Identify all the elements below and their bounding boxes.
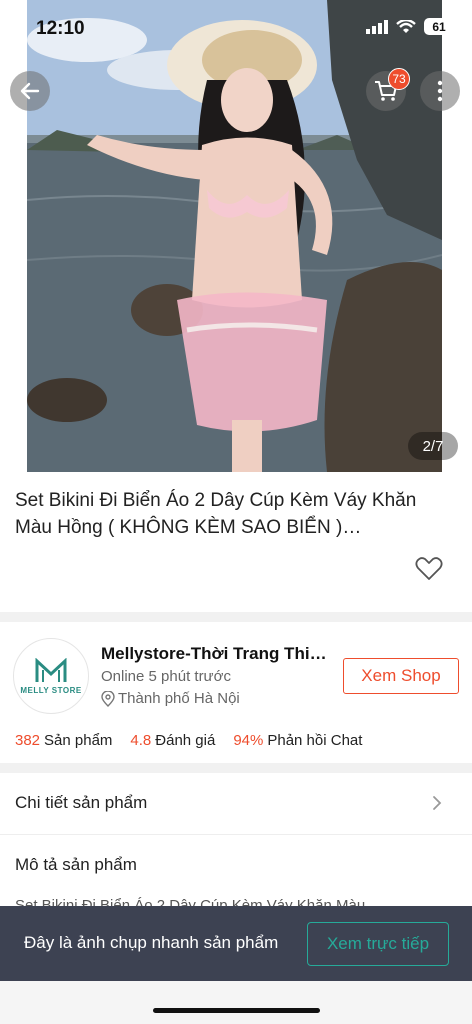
- product-title: Set Bikini Đi Biển Áo 2 Dây Cúp Kèm Váy …: [15, 490, 417, 538]
- shop-location: Thành phố Hà Nội: [101, 690, 240, 707]
- stat-rating: 4.8 Đánh giá: [130, 732, 215, 749]
- section-divider: [0, 763, 472, 773]
- wifi-icon: [396, 19, 416, 33]
- shop-online-status: Online 5 phút trước: [101, 668, 231, 685]
- shop-stats: 382 Sản phẩm 4.8 Đánh giá 94% Phản hồi Chat: [15, 732, 362, 749]
- status-icons: 61: [366, 18, 454, 35]
- status-time: 12:10: [36, 18, 85, 39]
- back-button[interactable]: [10, 71, 50, 111]
- view-live-button[interactable]: Xem trực tiếp: [307, 922, 449, 966]
- location-pin-icon: [101, 690, 115, 707]
- stat-label: Phản hồi Chat: [267, 732, 363, 749]
- favorite-button[interactable]: [414, 553, 444, 583]
- snapshot-message: Đây là ảnh chụp nhanh sản phẩm: [24, 933, 279, 952]
- stat-value: 382: [15, 732, 41, 749]
- stat-value: 94%: [233, 732, 264, 749]
- stat-chat-response: 94% Phản hồi Chat: [233, 732, 362, 749]
- battery-icon: 61: [424, 18, 454, 35]
- image-counter: 2/7: [408, 432, 458, 460]
- home-indicator: [153, 1008, 320, 1013]
- stat-label: Đánh giá: [155, 732, 216, 749]
- cart-count-badge: 73: [388, 68, 410, 90]
- shop-logo-text: MELLY STORE: [20, 685, 82, 695]
- shop-avatar[interactable]: MELLY STORE: [13, 638, 89, 714]
- bottom-safe-area: [0, 981, 472, 1024]
- product-description-row: Mô tả sản phẩm: [0, 835, 472, 895]
- product-details-label: Chi tiết sản phẩm: [15, 793, 148, 812]
- more-vertical-icon: [437, 80, 443, 102]
- heart-icon: [415, 557, 443, 580]
- status-bar: 12:10 61: [0, 0, 472, 58]
- product-description-label: Mô tả sản phẩm: [15, 855, 137, 874]
- signal-icon: [366, 19, 388, 34]
- product-details-row[interactable]: Chi tiết sản phẩm: [0, 773, 472, 833]
- melly-logo-icon: [35, 657, 67, 682]
- arrow-left-icon: [20, 82, 40, 100]
- snapshot-banner: Đây là ảnh chụp nhanh sản phẩm Xem trực …: [0, 906, 472, 981]
- shop-name[interactable]: Mellystore-Thời Trang Thiết Kế: [101, 644, 329, 664]
- section-divider: [0, 612, 472, 622]
- shop-location-text: Thành phố Hà Nội: [118, 690, 240, 707]
- stat-label: Sản phẩm: [44, 732, 113, 749]
- more-options-button[interactable]: [420, 71, 460, 111]
- view-shop-button[interactable]: Xem Shop: [343, 658, 459, 694]
- stat-value: 4.8: [130, 732, 152, 749]
- chevron-right-icon: [433, 796, 442, 810]
- stat-products: 382 Sản phẩm: [15, 732, 112, 749]
